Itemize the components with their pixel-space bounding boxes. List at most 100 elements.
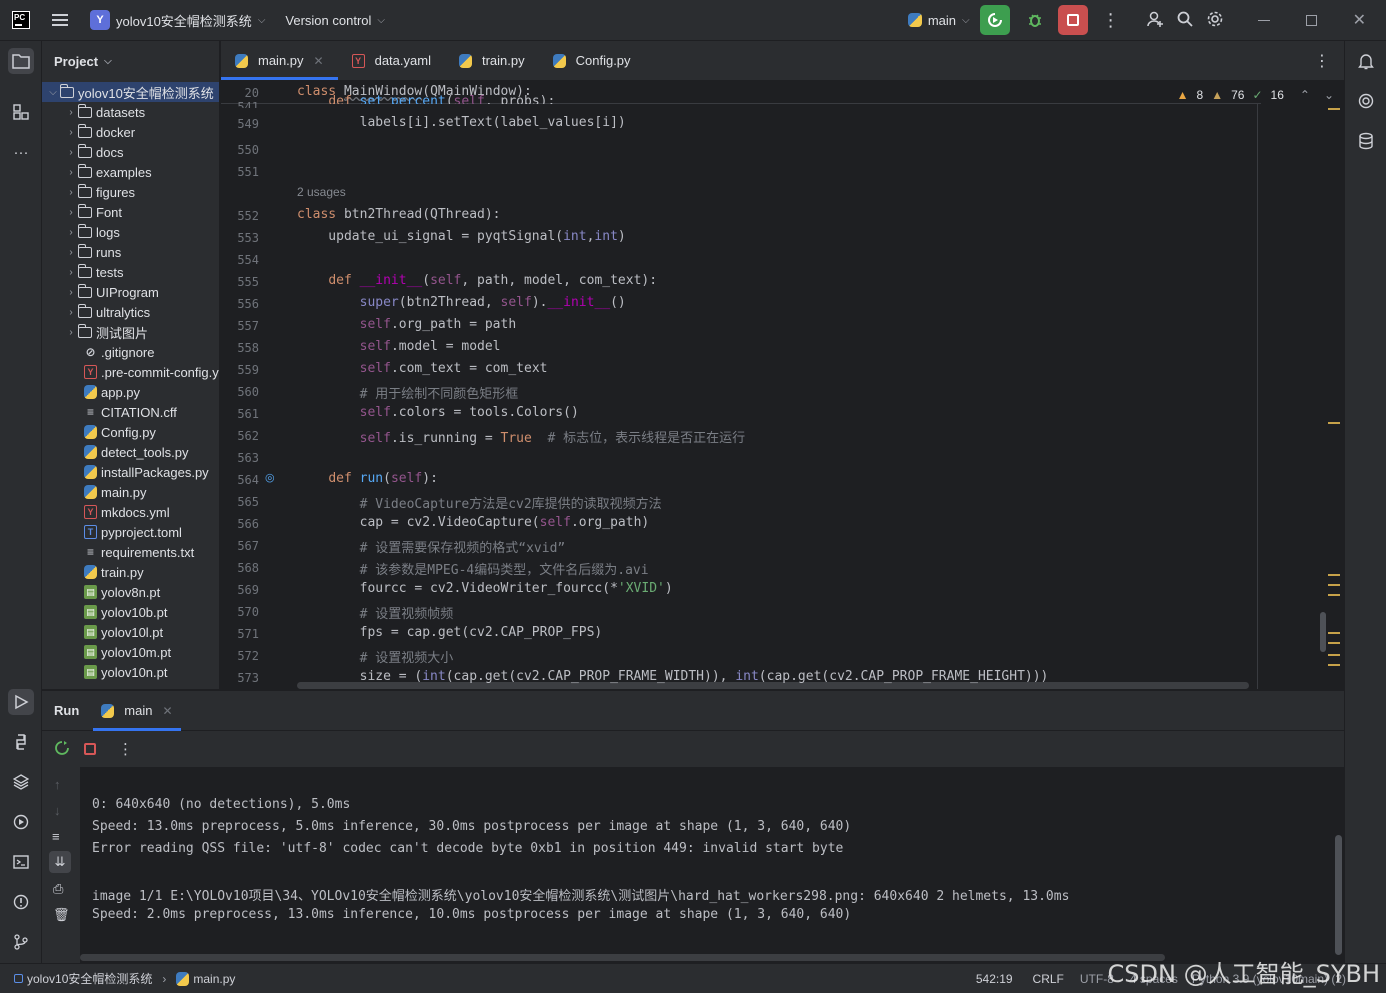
expand-arrow-icon[interactable]: › [64, 207, 78, 218]
database-icon[interactable] [1353, 128, 1379, 154]
tree-folder[interactable]: › docs [42, 142, 219, 162]
stripe-marker[interactable] [1328, 584, 1340, 586]
expand-arrow-icon[interactable]: › [64, 247, 78, 258]
expand-arrow-icon[interactable]: › [64, 267, 78, 278]
override-gutter-icon[interactable]: ◎ [265, 471, 275, 484]
scroll-down-icon[interactable]: ↓ [54, 803, 61, 818]
stripe-marker[interactable] [1328, 664, 1340, 666]
prev-highlight-icon[interactable]: ⌃ [1300, 88, 1310, 102]
tree-file[interactable]: train.py [42, 562, 219, 582]
stripe-marker[interactable] [1328, 108, 1340, 110]
services-icon[interactable] [8, 809, 34, 835]
inspection-widget[interactable]: ▲ 8 ▲ 76 ✓ 16 ⌃ ⌄ [1177, 88, 1334, 102]
stripe-marker[interactable] [1328, 632, 1340, 634]
tree-file[interactable]: ⊘ .gitignore [42, 342, 219, 362]
print-icon[interactable]: ⎙ [53, 881, 63, 897]
tree-file[interactable]: Y .pre-commit-config.y [42, 362, 219, 382]
tree-folder[interactable]: › tests [42, 262, 219, 282]
editor-vertical-scrollbar[interactable] [1320, 612, 1326, 652]
tree-file[interactable]: installPackages.py [42, 462, 219, 482]
stripe-marker[interactable] [1328, 654, 1340, 656]
tree-folder[interactable]: › ultralytics [42, 302, 219, 322]
scroll-to-end-icon[interactable]: ⇊ [49, 851, 71, 873]
trash-icon[interactable]: 🗑 [53, 907, 70, 923]
tab-options-icon[interactable]: ⋮ [1314, 41, 1330, 80]
tree-folder[interactable]: › datasets [42, 102, 219, 122]
tree-folder[interactable]: › UIProgram [42, 282, 219, 302]
stripe-marker[interactable] [1328, 422, 1340, 424]
code-editor[interactable]: 20 class MainWindow(QMainWindow): ▲ 8 ▲ 76… [221, 82, 1344, 689]
tab-data-yaml[interactable]: Y data.yaml [338, 41, 445, 80]
usages-hint[interactable]: 2 usages [297, 185, 346, 199]
tree-file[interactable]: Ymkdocs.yml [42, 502, 219, 522]
debug-button[interactable] [1020, 5, 1050, 35]
terminal-icon[interactable] [8, 849, 34, 875]
search-icon[interactable] [1176, 10, 1194, 31]
close-window-icon[interactable]: ✕ [1353, 10, 1366, 30]
python-console-icon[interactable] [8, 729, 34, 755]
run-tab-main[interactable]: main ✕ [93, 691, 181, 731]
project-panel-header[interactable]: Project ⌵ [42, 41, 219, 81]
maximize-icon[interactable] [1305, 14, 1317, 26]
expand-arrow-icon[interactable]: › [64, 227, 78, 238]
add-user-icon[interactable] [1146, 10, 1164, 31]
stripe-marker[interactable] [1328, 642, 1340, 644]
tree-file[interactable]: Config.py [42, 422, 219, 442]
tree-file[interactable]: ▤ yolov10m.pt [42, 642, 219, 662]
console-horizontal-scrollbar[interactable] [80, 954, 1165, 961]
expand-arrow-icon[interactable]: › [64, 167, 78, 178]
scroll-up-icon[interactable]: ↑ [54, 777, 61, 792]
tree-root[interactable]: ⌵ yolov10安全帽检测系统 [42, 82, 219, 102]
line-separator[interactable]: CRLF [1033, 972, 1064, 986]
rerun-button[interactable] [979, 5, 1010, 35]
project-switcher[interactable]: Y yolov10安全帽检测系统 ⌵ [90, 10, 265, 30]
console-scrollbar[interactable] [1335, 835, 1342, 955]
tree-file[interactable]: detect_tools.py [42, 442, 219, 462]
stop-icon[interactable] [84, 743, 96, 755]
expand-arrow-icon[interactable]: › [64, 327, 78, 338]
layers-icon[interactable] [8, 769, 34, 795]
tree-folder[interactable]: › docker [42, 122, 219, 142]
expand-arrow-icon[interactable]: › [64, 307, 78, 318]
expand-arrow-icon[interactable]: › [64, 187, 78, 198]
notifications-bell-icon[interactable] [1353, 48, 1379, 74]
tree-folder[interactable]: › 测试图片 [42, 322, 219, 342]
expand-arrow-icon[interactable]: › [64, 127, 78, 138]
tab-main-py[interactable]: main.py ✕ [221, 41, 338, 80]
run-tool-icon[interactable] [8, 689, 34, 715]
close-tab-icon[interactable]: ✕ [314, 54, 324, 68]
tab-config-py[interactable]: Config.py [539, 41, 645, 80]
more-actions-icon[interactable]: ⋮ [1102, 10, 1120, 31]
expand-arrow-icon[interactable]: ⌵ [46, 87, 60, 98]
run-config-selector[interactable]: main ⌵ [907, 13, 970, 28]
problems-icon[interactable] [8, 889, 34, 915]
rerun-icon[interactable] [54, 740, 70, 759]
stripe-marker[interactable] [1328, 594, 1340, 596]
next-highlight-icon[interactable]: ⌄ [1324, 88, 1334, 102]
breadcrumb-file[interactable]: main.py [193, 972, 235, 986]
git-icon[interactable] [8, 929, 34, 955]
close-tab-icon[interactable]: ✕ [162, 704, 172, 718]
tree-file[interactable]: ▤ yolov10b.pt [42, 602, 219, 622]
tree-file[interactable]: ▤ yolov10l.pt [42, 622, 219, 642]
ai-assistant-icon[interactable] [1353, 88, 1379, 114]
tree-file[interactable]: ▤ yolov8n.pt [42, 582, 219, 602]
minimize-icon[interactable] [1257, 19, 1270, 21]
tree-file[interactable]: app.py [42, 382, 219, 402]
tab-train-py[interactable]: train.py [445, 41, 539, 80]
tree-file[interactable]: ▤ yolov10n.pt [42, 662, 219, 682]
tree-folder[interactable]: › logs [42, 222, 219, 242]
tree-file[interactable]: ≡ CITATION.cff [42, 402, 219, 422]
caret-position[interactable]: 542:19 [976, 972, 1013, 986]
expand-arrow-icon[interactable]: › [64, 147, 78, 158]
tree-file[interactable]: main.py [42, 482, 219, 502]
structure-tool-icon[interactable] [8, 99, 34, 125]
expand-arrow-icon[interactable]: › [64, 107, 78, 118]
vcs-menu[interactable]: Version control ⌵ [285, 13, 385, 28]
tree-folder[interactable]: › Font [42, 202, 219, 222]
main-menu-icon[interactable] [52, 14, 68, 26]
tree-file[interactable]: Tpyproject.toml [42, 522, 219, 542]
breadcrumb-project[interactable]: yolov10安全帽检测系统 [27, 970, 152, 987]
stripe-marker[interactable] [1328, 574, 1340, 576]
more-actions-icon[interactable]: ⋮ [118, 740, 133, 758]
